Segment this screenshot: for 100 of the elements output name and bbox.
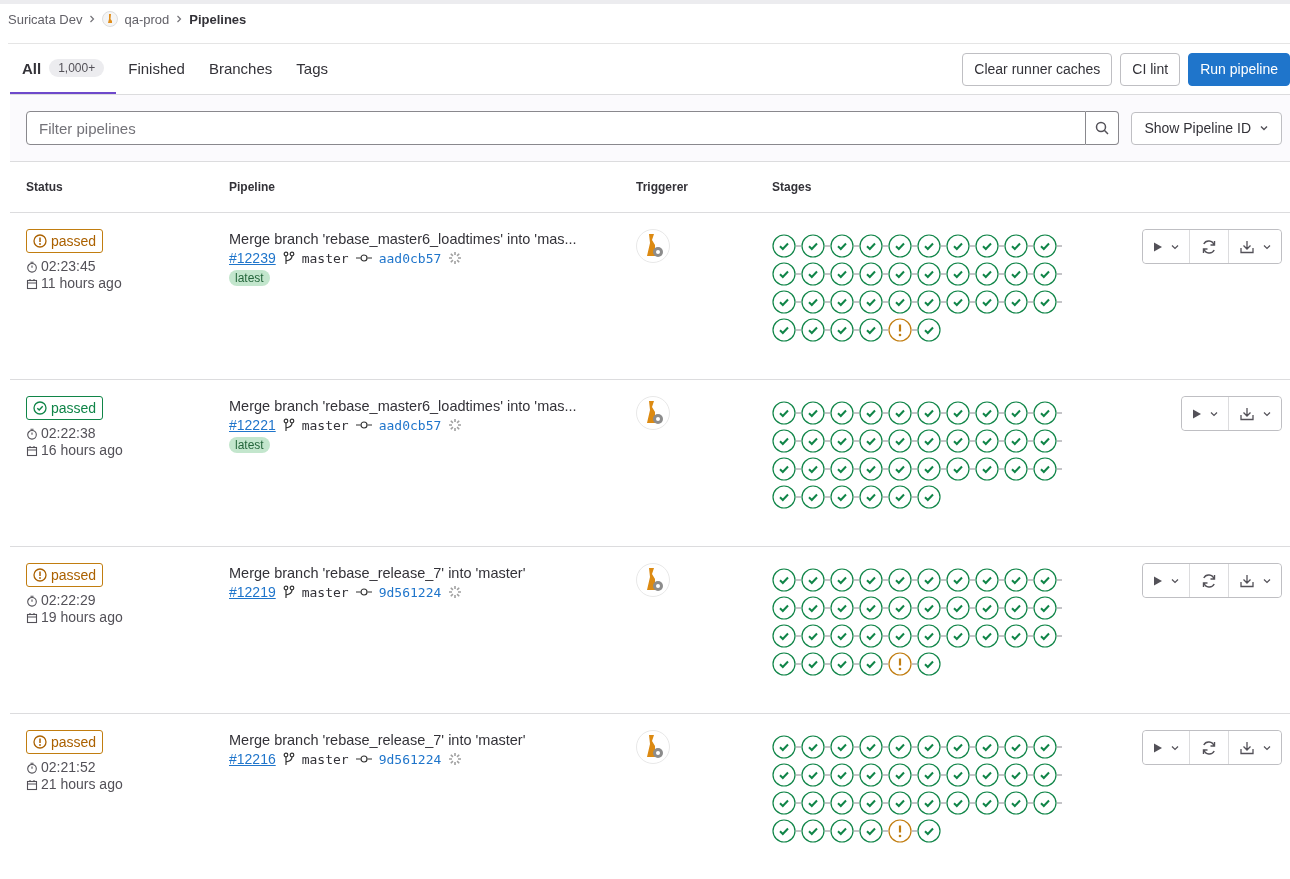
stage-status-icon[interactable] [830, 428, 854, 453]
stage-status-icon[interactable] [772, 456, 796, 481]
stage-status-icon[interactable] [1004, 400, 1028, 425]
stage-status-icon[interactable] [801, 567, 825, 592]
stage-status-icon[interactable] [975, 261, 999, 286]
stage-status-icon[interactable] [917, 790, 941, 815]
stage-status-icon[interactable] [859, 400, 883, 425]
stage-status-icon[interactable] [975, 762, 999, 787]
search-button[interactable] [1086, 111, 1120, 145]
stage-status-icon[interactable] [1033, 289, 1057, 314]
stage-status-icon[interactable] [772, 400, 796, 425]
stage-status-icon[interactable] [975, 428, 999, 453]
stage-status-icon[interactable] [801, 623, 825, 648]
stage-status-icon[interactable] [946, 790, 970, 815]
stage-status-icon[interactable] [801, 456, 825, 481]
branch-link[interactable]: master [301, 751, 349, 767]
stage-status-icon[interactable] [975, 734, 999, 759]
stage-status-icon[interactable] [859, 289, 883, 314]
stage-status-icon[interactable] [946, 623, 970, 648]
stage-status-icon[interactable] [1004, 456, 1028, 481]
stage-status-icon[interactable] [888, 790, 912, 815]
stage-status-icon[interactable] [975, 567, 999, 592]
stage-status-icon[interactable] [917, 484, 941, 509]
stage-status-icon[interactable] [946, 595, 970, 620]
stage-status-icon[interactable] [772, 623, 796, 648]
commit-title-link[interactable]: Merge branch 'rebase_release_7' into 'master' [229, 565, 636, 581]
stage-status-icon[interactable] [1004, 623, 1028, 648]
stage-status-icon[interactable] [830, 595, 854, 620]
stage-status-icon[interactable] [946, 400, 970, 425]
stage-status-icon[interactable] [830, 734, 854, 759]
commit-sha-link[interactable]: aad0cb57 [378, 417, 442, 433]
download-artifacts-dropdown[interactable] [1228, 230, 1281, 263]
stage-status-icon[interactable] [917, 651, 941, 676]
stage-status-icon[interactable] [888, 818, 912, 843]
stage-status-icon[interactable] [888, 428, 912, 453]
stage-status-icon[interactable] [1004, 428, 1028, 453]
stage-status-icon[interactable] [975, 233, 999, 258]
stage-status-icon[interactable] [859, 317, 883, 342]
commit-sha-link[interactable]: 9d561224 [378, 584, 442, 600]
action-button[interactable]: Run pipeline [1188, 52, 1290, 86]
stage-status-icon[interactable] [888, 317, 912, 342]
stage-status-icon[interactable] [772, 790, 796, 815]
bot-avatar-icon[interactable] [636, 229, 670, 263]
stage-status-icon[interactable] [975, 289, 999, 314]
commit-title-link[interactable]: Merge branch 'rebase_master6_loadtimes' into 'mas... [229, 398, 636, 414]
pipeline-id-link[interactable]: #12239 [229, 250, 276, 266]
stage-status-icon[interactable] [917, 261, 941, 286]
breadcrumb-link[interactable]: qa-prod [124, 11, 170, 27]
stage-status-icon[interactable] [1004, 595, 1028, 620]
stage-status-icon[interactable] [772, 484, 796, 509]
commit-title-link[interactable]: Merge branch 'rebase_master6_loadtimes' into 'mas... [229, 231, 636, 247]
stage-status-icon[interactable] [801, 233, 825, 258]
stage-status-icon[interactable] [888, 289, 912, 314]
stage-status-icon[interactable] [772, 428, 796, 453]
stage-status-icon[interactable] [859, 595, 883, 620]
stage-status-icon[interactable] [1033, 595, 1057, 620]
stage-status-icon[interactable] [830, 317, 854, 342]
stage-status-icon[interactable] [830, 762, 854, 787]
stage-status-icon[interactable] [801, 289, 825, 314]
stage-status-icon[interactable] [859, 567, 883, 592]
stage-status-icon[interactable] [917, 289, 941, 314]
stage-status-icon[interactable] [1004, 261, 1028, 286]
stage-status-icon[interactable] [975, 623, 999, 648]
stage-status-icon[interactable] [1004, 233, 1028, 258]
pipeline-id-link[interactable]: #12221 [229, 417, 276, 433]
stage-status-icon[interactable] [859, 261, 883, 286]
download-artifacts-dropdown[interactable] [1228, 397, 1281, 430]
branch-link[interactable]: master [301, 250, 349, 266]
stage-status-icon[interactable] [801, 400, 825, 425]
bot-avatar-icon[interactable] [636, 563, 670, 597]
stage-status-icon[interactable] [1033, 567, 1057, 592]
stage-status-icon[interactable] [830, 456, 854, 481]
breadcrumb-link[interactable]: Suricata Dev [8, 11, 83, 27]
stage-status-icon[interactable] [1033, 623, 1057, 648]
stage-status-icon[interactable] [946, 567, 970, 592]
stage-status-icon[interactable] [1033, 400, 1057, 425]
stage-status-icon[interactable] [801, 762, 825, 787]
stage-status-icon[interactable] [917, 734, 941, 759]
stage-status-icon[interactable] [1033, 456, 1057, 481]
stage-status-icon[interactable] [772, 734, 796, 759]
stage-status-icon[interactable] [888, 456, 912, 481]
stage-status-icon[interactable] [917, 623, 941, 648]
stage-status-icon[interactable] [1004, 567, 1028, 592]
stage-status-icon[interactable] [801, 651, 825, 676]
stage-status-icon[interactable] [801, 818, 825, 843]
stage-status-icon[interactable] [772, 818, 796, 843]
pipeline-id-link[interactable]: #12216 [229, 751, 276, 767]
stage-status-icon[interactable] [830, 261, 854, 286]
commit-title-link[interactable]: Merge branch 'rebase_release_7' into 'master' [229, 732, 636, 748]
stage-status-icon[interactable] [859, 790, 883, 815]
stage-status-icon[interactable] [801, 261, 825, 286]
stage-status-icon[interactable] [1033, 790, 1057, 815]
stage-status-icon[interactable] [888, 567, 912, 592]
stage-status-icon[interactable] [801, 428, 825, 453]
stage-status-icon[interactable] [830, 567, 854, 592]
stage-status-icon[interactable] [917, 400, 941, 425]
stage-status-icon[interactable] [772, 233, 796, 258]
bot-avatar-icon[interactable] [636, 730, 670, 764]
stage-status-icon[interactable] [772, 567, 796, 592]
stage-status-icon[interactable] [946, 456, 970, 481]
